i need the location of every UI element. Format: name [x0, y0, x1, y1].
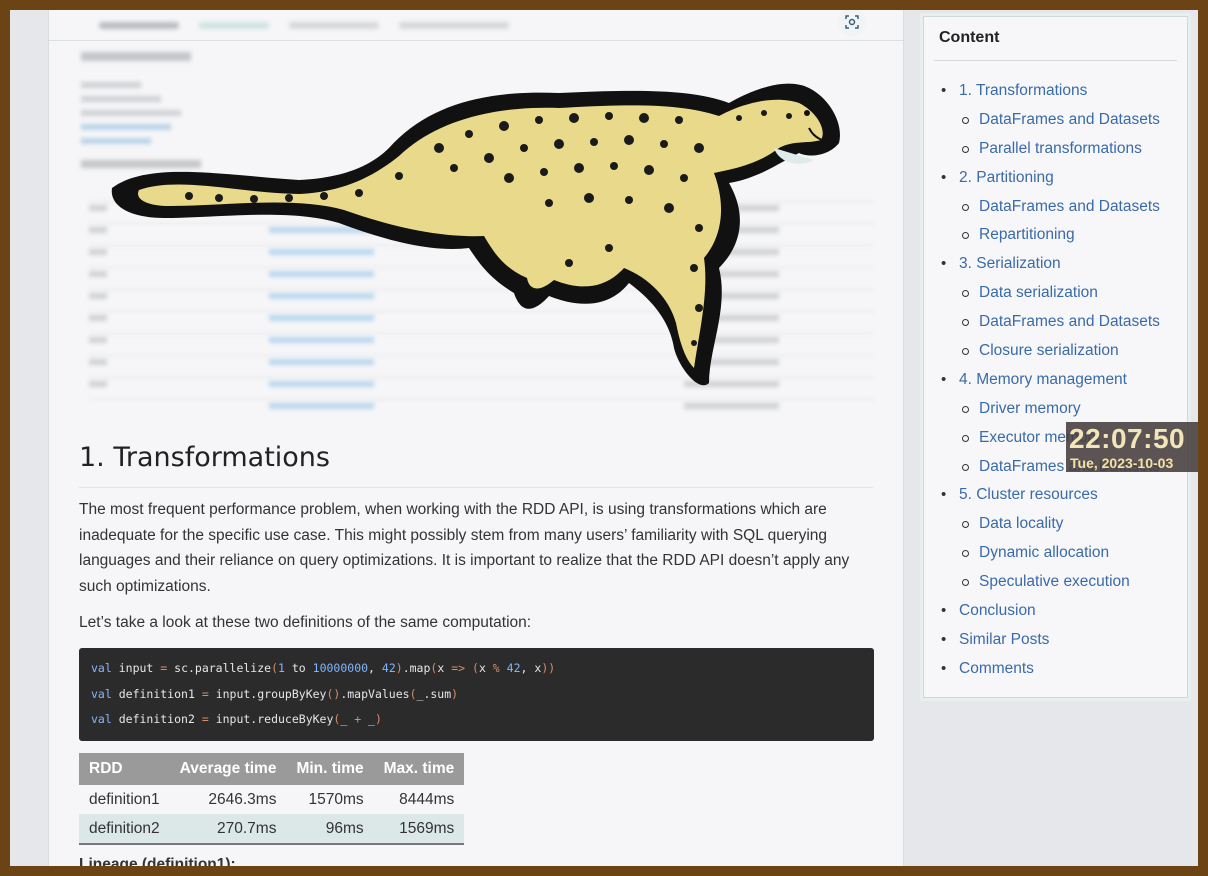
title-divider	[79, 487, 873, 488]
table-cell: 8444ms	[399, 790, 455, 808]
cheetah-image	[111, 83, 840, 386]
blurred-header	[49, 10, 903, 41]
toc-item: DataFrames and Datasets	[924, 193, 1189, 222]
toc-item: DataFrames and Datasets	[924, 106, 1189, 135]
table-cell: 1569ms	[373, 814, 465, 844]
toc-link[interactable]: Driver memory	[979, 400, 1081, 417]
table-header-row: RDD Average time Min. time Max. time	[79, 753, 465, 785]
toc-link[interactable]: Closure serialization	[979, 342, 1119, 359]
screen: 1. Transformations The most frequent per…	[10, 10, 1198, 866]
toc-link[interactable]: 3. Serialization	[959, 255, 1061, 272]
toc-link[interactable]: Repartitioning	[979, 226, 1075, 243]
toc-link[interactable]: Similar Posts	[959, 631, 1049, 648]
toc-link[interactable]: Dynamic allocation	[979, 544, 1109, 561]
toc-link[interactable]: Parallel transformations	[979, 140, 1142, 157]
toc-item: Data serialization	[924, 279, 1189, 308]
toc-title: Content	[939, 29, 1000, 46]
toc-item: 3. Serialization	[924, 250, 1189, 279]
lens-icon-glyph	[845, 15, 859, 29]
toc-item: Repartitioning	[924, 221, 1189, 250]
code-line-1: val input = sc.parallelize(1 to 10000000…	[91, 661, 556, 675]
table-header: Min. time	[286, 753, 374, 785]
toc-item: Data locality	[924, 510, 1189, 539]
toc-link[interactable]: 1. Transformations	[959, 82, 1087, 99]
paragraph-lead: Let’s take a look at these two definitio…	[79, 614, 532, 631]
toc-link[interactable]: DataFrames and Datasets	[979, 198, 1160, 215]
blurred-text	[199, 22, 269, 29]
toc-link[interactable]: Data locality	[979, 515, 1063, 532]
clock-date: Tue, 2023-10-03	[1070, 455, 1174, 471]
section-title: 1. Transformations	[79, 442, 330, 473]
toc-item: 2. Partitioning	[924, 164, 1189, 193]
toc-divider	[934, 60, 1177, 61]
code-block[interactable]: val input = sc.parallelize(1 to 10000000…	[79, 648, 874, 741]
toc-link[interactable]: Conclusion	[959, 602, 1036, 619]
toc-item: Driver memory	[924, 395, 1189, 424]
table-cell: 270.7ms	[169, 814, 287, 844]
article-panel: 1. Transformations The most frequent per…	[48, 10, 904, 866]
toc-item: Similar Posts	[924, 626, 1189, 655]
toc-item: 5. Cluster resources	[924, 481, 1189, 510]
paragraph-intro: The most frequent performance problem, w…	[79, 501, 850, 595]
table-row: definition2 270.7ms 96ms 1569ms	[79, 814, 465, 844]
table-header: RDD	[79, 753, 170, 785]
table-header: Max. time	[373, 753, 465, 785]
toc-link[interactable]: Comments	[959, 660, 1034, 677]
toc-item: Parallel transformations	[924, 135, 1189, 164]
toc-item: Dynamic allocation	[924, 539, 1189, 568]
toc-item: Closure serialization	[924, 337, 1189, 366]
toc-link[interactable]: Speculative execution	[979, 573, 1130, 590]
table-of-contents: Content 1. Transformations DataFrames an…	[923, 16, 1188, 698]
toc-item: Comments	[924, 655, 1189, 684]
toc-link[interactable]: 5. Cluster resources	[959, 486, 1098, 503]
code-line-2: val definition1 = input.groupByKey().map…	[91, 686, 459, 701]
table-cell: definition1	[89, 790, 160, 808]
lineage-heading: Lineage (definition1):	[79, 856, 236, 866]
clock-overlay: 22:07:50 Tue, 2023-10-03	[1066, 422, 1198, 472]
table-cell: 1570ms	[308, 790, 364, 808]
toc-link[interactable]: DataFrames and Datasets	[979, 313, 1160, 330]
toc-item: DataFrames and Datasets	[924, 308, 1189, 337]
table-header: Average time	[169, 753, 287, 785]
blurred-text	[399, 22, 509, 29]
code-line-3: val definition2 = input.reduceByKey(_ + …	[91, 712, 382, 726]
table-row: definition1 2646.3ms 1570ms 8444ms	[79, 785, 464, 814]
table-cell: 96ms	[286, 814, 374, 844]
toc-list: 1. Transformations DataFrames and Datase…	[924, 77, 1189, 684]
toc-link[interactable]: Data serialization	[979, 284, 1098, 301]
toc-item: Speculative execution	[924, 568, 1189, 597]
blurred-text	[99, 22, 179, 29]
timing-table: RDD Average time Min. time Max. time def…	[79, 753, 465, 845]
table-cell: definition2	[79, 814, 170, 844]
toc-item: 1. Transformations	[924, 77, 1189, 106]
blurred-text	[289, 22, 379, 29]
clock-time: 22:07:50	[1069, 423, 1186, 454]
toc-item: Conclusion	[924, 597, 1189, 626]
table-cell: 2646.3ms	[208, 790, 277, 808]
toc-link[interactable]: DataFrames and Datasets	[979, 111, 1160, 128]
toc-link[interactable]: 4. Memory management	[959, 371, 1127, 388]
toc-item: 4. Memory management	[924, 366, 1189, 395]
toc-link[interactable]: 2. Partitioning	[959, 169, 1054, 186]
